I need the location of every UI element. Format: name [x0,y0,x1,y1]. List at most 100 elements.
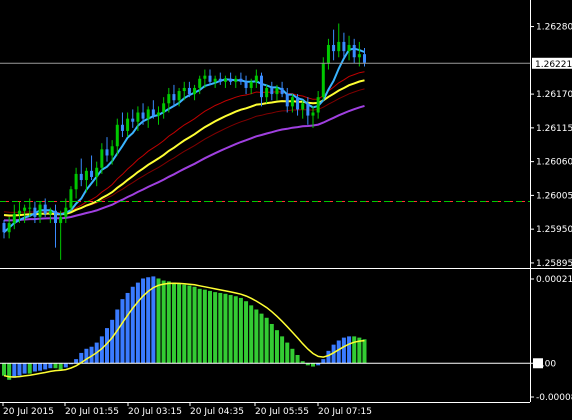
histogram-bar [12,363,17,378]
candle-body [229,78,233,82]
time-tick-label: 20 Jul 03:15 [128,407,182,417]
candle-body [332,44,336,52]
histogram-bar [280,336,285,364]
histogram-bar [347,336,352,364]
price-tick-label: 1.26170 [536,90,572,100]
candle-body [363,54,366,63]
candle-body [69,189,73,208]
candle-body [126,118,130,131]
histogram-bar [161,280,166,364]
price-tick-label: 1.26060 [536,158,572,168]
histogram-bar [84,348,89,364]
price-tick-label: 1.26280 [536,23,572,33]
price-tick-label: 1.26115 [536,124,572,134]
indicator-tick-label: 0.00 [536,359,556,369]
time-tick-label: 20 Jul 05:55 [255,407,309,417]
candle-body [357,54,361,58]
candle-body [275,87,279,95]
histogram-bar [58,363,63,370]
histogram-bar [228,295,233,364]
price-tick-label: 1.26005 [536,191,572,201]
candle-body [59,216,63,224]
histogram-bar [352,336,357,364]
histogram-bar [2,363,6,376]
histogram-bar [22,363,27,374]
histogram-bar [254,309,259,364]
histogram-bar [326,350,331,364]
candle-body [131,118,135,122]
histogram-bar [171,282,176,364]
indicator-tick-label: -0.000084 [536,393,572,403]
candle-body [223,78,227,82]
histogram-bar [156,278,161,364]
candle-body [337,41,341,52]
candle-body [162,103,166,113]
candle-body [316,97,320,113]
candle-body [296,97,300,110]
candle-body [90,170,94,177]
candle-body [352,44,356,58]
candle-body [157,112,160,116]
candle-body [28,207,32,209]
current-price-badge: 1.26221 [532,57,572,70]
histogram [2,276,367,380]
candle-body [182,87,186,92]
candle-body [198,78,202,88]
histogram-bar [264,317,269,364]
histogram-bar [48,363,53,369]
histogram-bar [63,363,68,368]
histogram-bar [53,363,58,369]
histogram-bar [130,286,135,364]
histogram-bar [141,278,146,364]
candle-body [48,210,52,214]
histogram-bar [177,283,182,364]
price-tick-label: 1.25950 [536,225,572,235]
candle-body [84,170,88,181]
candle-body [270,87,274,95]
candle-body [321,63,325,98]
histogram-bar [32,363,37,372]
candle-body [146,109,150,119]
candle-body [306,103,310,116]
histogram-bar [290,348,295,364]
candle-body [115,124,119,147]
histogram-bar [238,297,243,364]
candle-body [54,210,57,224]
candle-body [110,146,114,156]
candle-body [285,94,289,107]
histogram-bar [285,342,290,364]
time-axis: 20 Jul 2015 20 Jul 01:55 20 Jul 03:15 20 Ju… [2,402,372,417]
candle-body [120,124,124,131]
candle-body [12,213,16,224]
histogram-bar [336,340,341,364]
price-panel[interactable] [0,0,530,268]
histogram-bar [244,301,249,364]
candle-body [151,109,155,116]
indicator-panel[interactable] [0,276,530,380]
candle-body [249,81,253,88]
histogram-bar [38,363,43,371]
trading-chart[interactable]: 1.26280 1.26170 1.26115 1.26060 1.26005 1.259… [0,0,572,420]
histogram-bar [182,284,187,364]
time-tick-label: 20 Jul 04:35 [190,407,244,417]
histogram-bar [269,323,274,364]
candle-body [23,207,27,211]
candle-body [290,97,294,107]
histogram-bar [259,313,264,364]
candle-body [187,87,191,95]
candle-body [64,207,68,217]
histogram-bar [43,363,48,370]
histogram-bar [223,293,228,364]
histogram-bar [115,309,120,364]
time-tick-label: 20 Jul 07:15 [318,407,372,417]
candle-body [260,75,263,98]
candle-body [218,78,222,82]
candle-body [177,91,181,101]
histogram-bar [321,359,326,364]
histogram-bar [197,288,202,364]
candle-body [301,103,305,110]
candle-body [172,94,176,101]
candle-body [136,112,140,122]
candle-body [95,167,99,177]
histogram-bar [192,286,197,364]
